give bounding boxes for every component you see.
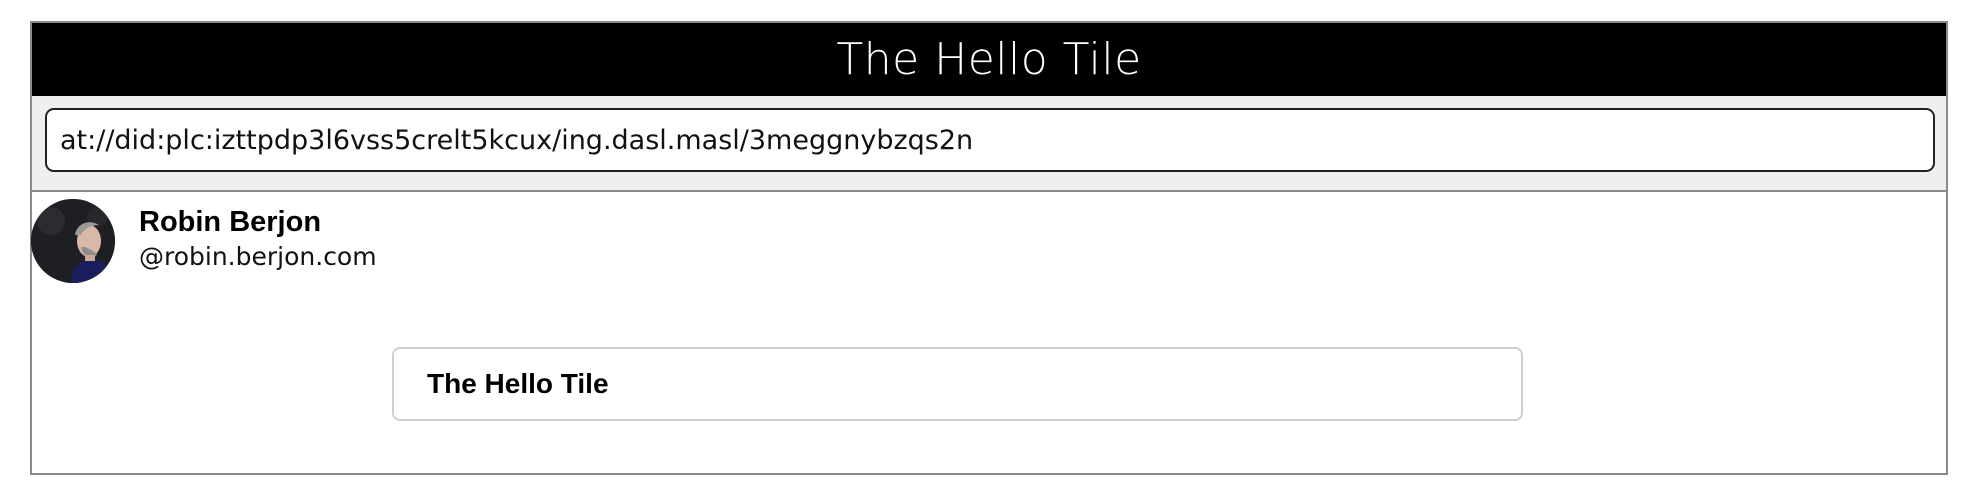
- tile-title: The Hello Tile: [427, 368, 609, 399]
- person-avatar-icon: [31, 199, 115, 283]
- author-display-name[interactable]: Robin Berjon: [139, 204, 377, 240]
- at-uri-input[interactable]: [45, 108, 1935, 172]
- author-profile: Robin Berjon @robin.berjon.com: [31, 199, 377, 283]
- author-handle[interactable]: @robin.berjon.com: [139, 240, 377, 274]
- author-identity: Robin Berjon @robin.berjon.com: [139, 204, 377, 274]
- hello-tile-card[interactable]: The Hello Tile: [392, 347, 1523, 421]
- page-title: The Hello Tile: [836, 34, 1142, 85]
- header-bar: The Hello Tile: [32, 23, 1946, 96]
- url-bar: [32, 96, 1946, 192]
- avatar[interactable]: [31, 199, 115, 283]
